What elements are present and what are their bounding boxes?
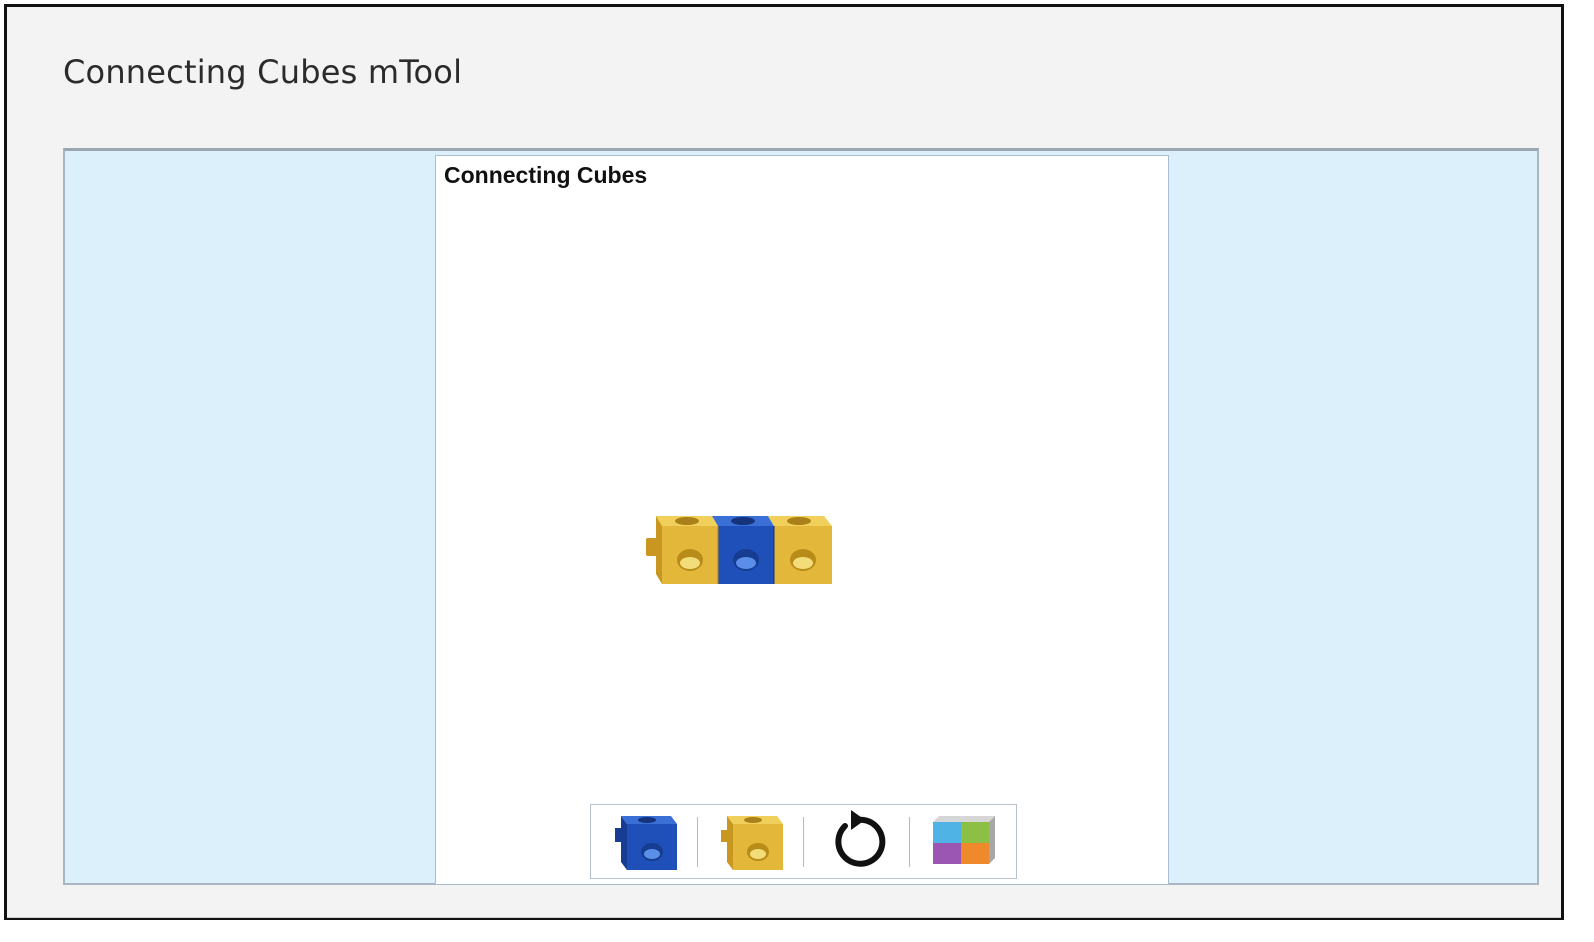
yellow-cube[interactable]	[656, 516, 718, 584]
app-frame: Connecting Cubes mTool Connecting Cubes	[4, 4, 1564, 920]
reset-icon	[835, 810, 886, 867]
cube-toolbar	[590, 804, 1017, 879]
connecting-cubes-panel: Connecting Cubes	[435, 155, 1169, 885]
panel-title: Connecting Cubes	[444, 162, 648, 188]
cube-train[interactable]	[646, 512, 846, 588]
blue-cube-icon	[615, 816, 677, 870]
color-palette-icon	[933, 816, 995, 864]
toolbar-separator	[697, 817, 698, 867]
add-yellow-cube-button[interactable]	[701, 808, 801, 875]
workspace-stage: Connecting Cubes	[63, 148, 1539, 885]
footer-divider	[7, 917, 1561, 918]
toolbar-separator	[909, 817, 910, 867]
yellow-cube[interactable]	[768, 516, 832, 584]
toolbar-separator	[803, 817, 804, 867]
yellow-cube-icon	[721, 816, 783, 870]
color-palette-button[interactable]	[913, 808, 1013, 875]
page-title: Connecting Cubes mTool	[63, 53, 463, 91]
blue-cube[interactable]	[712, 516, 774, 584]
add-blue-cube-button[interactable]	[595, 808, 695, 875]
reset-button[interactable]	[807, 808, 907, 875]
